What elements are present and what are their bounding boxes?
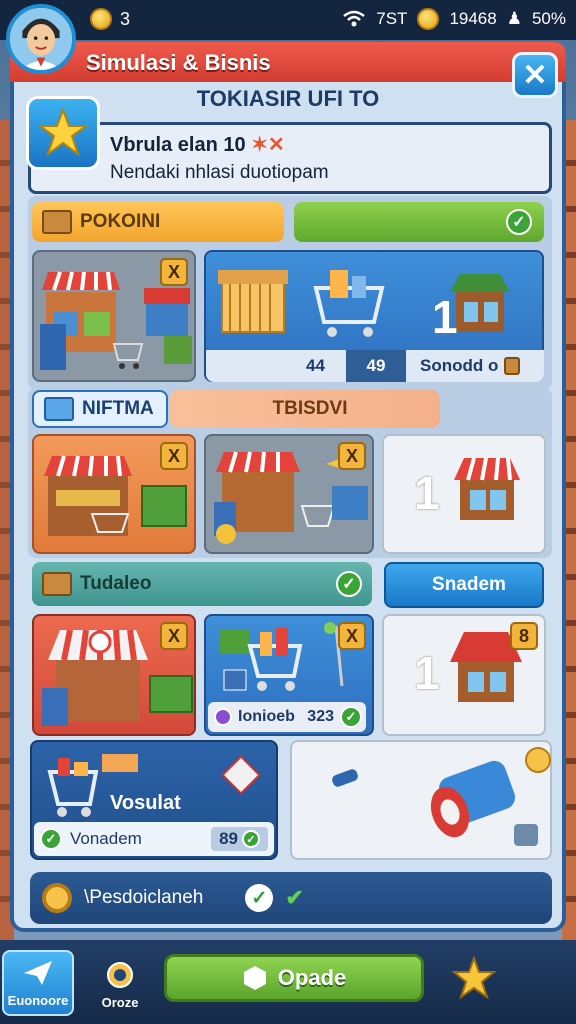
window-title: Simulasi & Bisnis bbox=[10, 42, 566, 82]
check-icon: ✓ bbox=[242, 830, 260, 848]
check-icon: ✓ bbox=[506, 209, 532, 235]
coin-counter: 3 bbox=[90, 8, 130, 30]
page-subtitle: TOKIASIR UFI TO bbox=[196, 86, 380, 111]
open-button[interactable]: Opade bbox=[164, 954, 424, 1002]
open-button-label: Opade bbox=[277, 965, 347, 990]
vonadem-value-text: 89 bbox=[219, 829, 238, 848]
box-icon bbox=[42, 210, 72, 234]
gold-count: 19468 bbox=[449, 9, 497, 28]
star-hand-icon bbox=[38, 108, 88, 157]
stat-c: Sonodd o bbox=[406, 356, 544, 376]
close-button[interactable]: ✕ bbox=[512, 52, 558, 98]
nav-oroze[interactable]: Oroze bbox=[84, 950, 156, 1016]
shop-card-stall[interactable]: X bbox=[32, 434, 196, 554]
hexagon-icon bbox=[243, 966, 266, 990]
stat-a: 44 bbox=[306, 356, 325, 375]
battery-text: 50% bbox=[531, 9, 566, 28]
shop-card-pipe[interactable] bbox=[290, 740, 552, 860]
bottom-row[interactable]: \Pesdoiclaneh ✓ ✔ bbox=[30, 872, 552, 924]
tab-tudaleo[interactable]: Tudaleo ✓ bbox=[32, 562, 372, 606]
gold-icon bbox=[417, 8, 440, 30]
count-label: 1 bbox=[432, 291, 458, 343]
card-badge[interactable]: X bbox=[338, 622, 366, 650]
nav-oroze-label: Oroze bbox=[101, 995, 139, 1010]
tab-niftma-label: NIFTMA bbox=[82, 398, 154, 419]
coin-icon bbox=[90, 8, 112, 30]
avatar[interactable] bbox=[6, 4, 76, 74]
stat-b: 49 bbox=[346, 350, 406, 382]
chevron-check-icon: ✔ bbox=[285, 885, 304, 910]
vosulat-label: Vosulat bbox=[110, 792, 181, 814]
section-2-banner: TBISDVI bbox=[170, 390, 440, 428]
stat-c-text: Sonodd o bbox=[420, 356, 499, 375]
card-badge[interactable]: X bbox=[160, 258, 188, 286]
tab-niftma[interactable]: NIFTMA bbox=[32, 390, 168, 428]
quest-title-text: Vbrula elan 10 bbox=[110, 134, 246, 156]
shop-house-icon bbox=[454, 457, 520, 520]
shop-card-house[interactable]: 1 bbox=[382, 434, 546, 554]
tab-pokoini-label: POKOINI bbox=[80, 211, 161, 232]
stat-strip: 44 49 Sonodd o bbox=[206, 350, 544, 382]
star-icon[interactable] bbox=[452, 956, 496, 1000]
check-icon: ✓ bbox=[245, 884, 274, 912]
crate-icon bbox=[42, 572, 72, 596]
snadem-button-label: Snadem bbox=[432, 574, 506, 595]
close-icon: ✕ bbox=[522, 58, 548, 92]
shop-card-market[interactable]: X bbox=[32, 250, 196, 382]
tab-pokoini[interactable]: POKOINI bbox=[32, 202, 284, 242]
nav-euonoore-label: Euonoore bbox=[7, 993, 69, 1008]
check-icon: ✓ bbox=[340, 706, 362, 728]
card-badge[interactable]: 8 bbox=[510, 622, 538, 650]
info-pill: Ionioeb 323 ✓ bbox=[208, 702, 366, 732]
status-right: 7ST 19468 ♟ 50% bbox=[342, 8, 566, 30]
status-bar: 3 7ST 19468 ♟ 50% bbox=[0, 0, 576, 40]
cart-scene-icon bbox=[218, 270, 510, 337]
paper-plane-icon bbox=[24, 961, 52, 985]
vonadem-value: 89 ✓ bbox=[211, 827, 268, 851]
jar-icon bbox=[504, 357, 521, 375]
check-icon: ✓ bbox=[336, 571, 362, 597]
quest-title: Vbrula elan 10 ✶✕ bbox=[110, 132, 285, 157]
nav-euonoore[interactable]: Euonoore bbox=[2, 950, 74, 1016]
person-icon: ♟ bbox=[506, 9, 522, 28]
info-value: 323 bbox=[307, 708, 334, 725]
snadem-button[interactable]: Snadem bbox=[384, 562, 544, 608]
card-badge[interactable]: X bbox=[338, 442, 366, 470]
complete-bar[interactable]: ✓ bbox=[294, 202, 544, 242]
shop-card-store[interactable]: X bbox=[32, 614, 196, 736]
coin-badge-icon bbox=[107, 962, 133, 988]
card-badge[interactable]: X bbox=[160, 442, 188, 470]
quest-description: Nendaki nhlasi duotiopam bbox=[110, 162, 329, 183]
tab-tudaleo-label: Tudaleo bbox=[80, 573, 152, 594]
shop-card-home[interactable]: 1 8 bbox=[382, 614, 546, 736]
gem-icon bbox=[214, 708, 232, 726]
card-badge[interactable]: X bbox=[160, 622, 188, 650]
quest-icon bbox=[26, 96, 100, 170]
pipe-roll-icon bbox=[332, 747, 551, 846]
vonadem-label: Vonadem bbox=[70, 829, 142, 848]
quest-title-mark: ✶✕ bbox=[251, 134, 285, 156]
info-text: Ionioeb bbox=[238, 708, 295, 725]
gold-ring-icon bbox=[42, 883, 72, 913]
banner-label: TBISDVI bbox=[272, 398, 348, 419]
wifi-icon bbox=[343, 10, 366, 27]
package-icon bbox=[44, 397, 74, 421]
check-icon: ✓ bbox=[40, 828, 62, 850]
shop-card-kiosk[interactable]: X bbox=[204, 434, 374, 554]
signal-text: 7ST bbox=[376, 9, 408, 28]
vonadem-bar[interactable]: ✓ Vonadem 89 ✓ bbox=[34, 822, 274, 856]
bottom-row-label: \Pesdoiclaneh bbox=[84, 887, 204, 908]
player-avatar-icon bbox=[10, 8, 72, 70]
coin-count: 3 bbox=[120, 8, 131, 29]
